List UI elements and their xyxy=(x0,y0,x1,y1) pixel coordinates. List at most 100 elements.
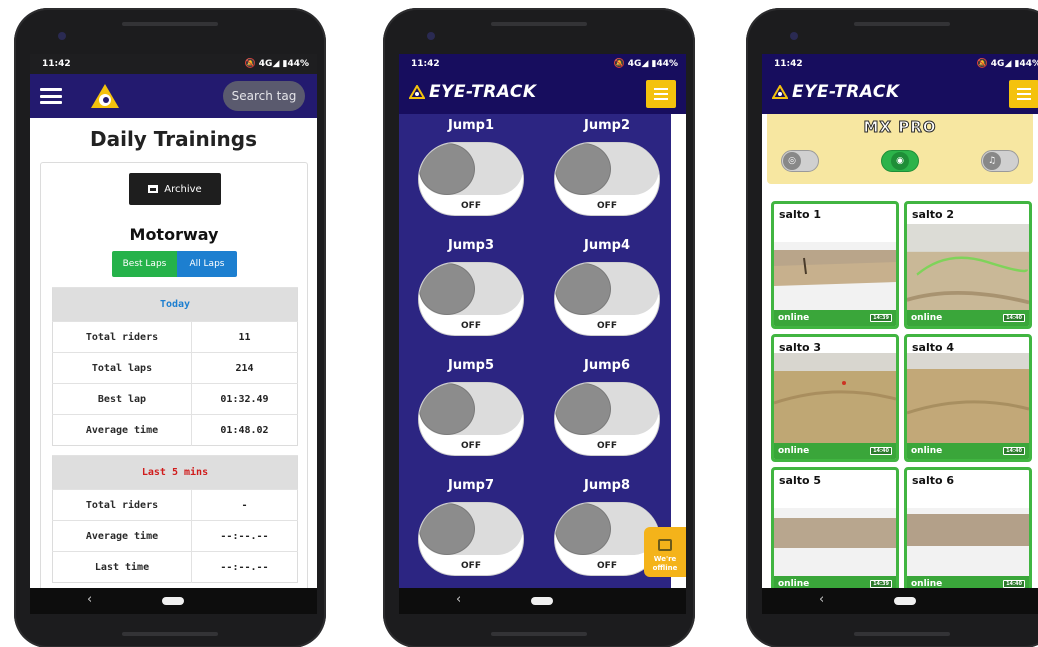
last-5-mins-table: Last 5 mins Total riders - Average time … xyxy=(52,455,298,583)
jump-toggle[interactable]: OFF xyxy=(418,382,524,456)
camera-feed-image xyxy=(774,242,896,310)
home-pill-icon[interactable] xyxy=(531,597,553,605)
jump-label: Jump5 xyxy=(448,358,494,373)
camera-footer: online 14:39 xyxy=(774,310,896,326)
jump-toggle[interactable]: OFF xyxy=(418,142,524,216)
back-icon[interactable]: ‹ xyxy=(819,593,824,607)
jump-label: Jump2 xyxy=(584,118,630,133)
row-value: 01:32.49 xyxy=(191,383,298,415)
hamburger-menu-icon[interactable] xyxy=(40,88,62,104)
row-label: Total riders xyxy=(52,321,192,353)
jump-label: Jump4 xyxy=(584,238,630,253)
jump-1: Jump1 OFF xyxy=(416,116,526,216)
camera-tile[interactable]: salto 4 online 14:40 xyxy=(904,334,1032,462)
best-laps-button[interactable]: Best Laps xyxy=(112,251,177,277)
toggle-state: OFF xyxy=(461,561,481,571)
camera-tile[interactable]: salto 5 online 14:39 xyxy=(771,467,899,588)
jump-label: Jump3 xyxy=(448,238,494,253)
camera-footer: online 14:40 xyxy=(774,443,896,459)
eye-track-logo-icon xyxy=(772,85,788,99)
jump-5: Jump5 OFF xyxy=(416,356,526,456)
camera-timestamp: 14:40 xyxy=(1003,447,1025,455)
row-value: 01:48.02 xyxy=(191,414,298,446)
camera-footer: online 14:39 xyxy=(774,576,896,588)
camera-status: online xyxy=(911,446,943,456)
mode-toggle-eye[interactable]: ◉ xyxy=(881,150,919,172)
menu-button[interactable] xyxy=(1009,80,1038,108)
camera-status: online xyxy=(911,579,943,588)
app-header: EYE-TRACK xyxy=(399,74,686,114)
toggle-state: OFF xyxy=(461,441,481,451)
home-pill-icon[interactable] xyxy=(894,597,916,605)
front-camera xyxy=(58,32,66,40)
camera-status: online xyxy=(911,313,943,323)
camera-status: online xyxy=(778,313,810,323)
status-bar: 11:42 🔕 4G◢ ▮44% xyxy=(399,54,686,74)
stats-card: Archive Motorway Best Laps All Laps Toda… xyxy=(40,162,308,588)
track-name: Motorway xyxy=(129,225,219,244)
laps-filter: Best Laps All Laps xyxy=(112,251,237,277)
panel-title: MX PRO xyxy=(863,118,937,137)
cameras-screen: 11:42 🔕 4G◢ ▮44% EYE-TRACK MX PRO ◎ ◉ ♫ … xyxy=(762,54,1038,588)
jump-label: Jump6 xyxy=(584,358,630,373)
all-laps-button[interactable]: All Laps xyxy=(177,251,237,277)
camera-tile[interactable]: salto 6 online 14:40 xyxy=(904,467,1032,588)
page-title: Daily Trainings xyxy=(89,127,258,151)
front-camera xyxy=(790,32,798,40)
row-value: 11 xyxy=(191,321,298,353)
sound-icon: ♫ xyxy=(983,152,1001,170)
brand-logo: EYE-TRACK xyxy=(409,82,537,102)
camera-name: salto 2 xyxy=(912,208,955,221)
row-value: 214 xyxy=(191,352,298,384)
home-pill-icon[interactable] xyxy=(162,597,184,605)
compass-icon: ◎ xyxy=(783,152,801,170)
camera-status: online xyxy=(778,579,810,588)
jump-3: Jump3 OFF xyxy=(416,236,526,336)
camera-footer: online 14:40 xyxy=(907,443,1029,459)
camera-name: salto 5 xyxy=(779,474,822,487)
mode-toggle-left[interactable]: ◎ xyxy=(781,150,819,172)
camera-name: salto 6 xyxy=(912,474,955,487)
table-row: Total riders - xyxy=(52,489,298,521)
row-value: - xyxy=(191,489,298,521)
table-row: Best lap 01:32.49 xyxy=(52,383,298,415)
status-bar: 11:42 🔕 4G◢ ▮44% xyxy=(30,54,317,74)
jump-toggle[interactable]: OFF xyxy=(554,142,660,216)
menu-button[interactable] xyxy=(646,80,676,108)
chat-icon xyxy=(658,539,672,551)
table-row: Total laps 214 xyxy=(52,352,298,384)
camera-timestamp: 14:39 xyxy=(870,580,892,588)
mode-toggle-sound[interactable]: ♫ xyxy=(981,150,1019,172)
offline-chat-button[interactable]: We're offline xyxy=(644,527,686,577)
jump-toggles-screen: 11:42 🔕 4G◢ ▮44% EYE-TRACK Jump1 OFF Jum… xyxy=(399,54,686,588)
row-label: Average time xyxy=(52,520,192,552)
eye-track-logo-icon xyxy=(91,84,119,108)
camera-tile[interactable]: salto 1 online 14:39 xyxy=(771,201,899,329)
jump-toggle[interactable]: OFF xyxy=(554,262,660,336)
jump-toggle[interactable]: OFF xyxy=(418,502,524,576)
archive-button[interactable]: Archive xyxy=(129,173,221,205)
status-time: 11:42 xyxy=(411,59,440,69)
camera-feed-image xyxy=(907,508,1029,576)
jump-6: Jump6 OFF xyxy=(552,356,662,456)
row-label: Last time xyxy=(52,551,192,583)
mx-pro-panel: MX PRO ◎ ◉ ♫ xyxy=(767,114,1033,184)
camera-tile[interactable]: salto 3 online 14:40 xyxy=(771,334,899,462)
camera-feed-image xyxy=(907,353,1029,443)
row-label: Total riders xyxy=(52,489,192,521)
jump-toggle[interactable]: OFF xyxy=(554,382,660,456)
camera-footer: online 14:40 xyxy=(907,576,1029,588)
status-time: 11:42 xyxy=(774,59,803,69)
eye-icon: ◉ xyxy=(891,152,909,170)
back-icon[interactable]: ‹ xyxy=(87,593,92,607)
today-stats-table: Today Total riders 11 Total laps 214 Bes… xyxy=(52,287,298,446)
jump-4: Jump4 OFF xyxy=(552,236,662,336)
back-icon[interactable]: ‹ xyxy=(456,593,461,607)
jump-2: Jump2 OFF xyxy=(552,116,662,216)
android-nav-bar: ‹ xyxy=(30,588,317,614)
camera-tile[interactable]: salto 2 online 14:40 xyxy=(904,201,1032,329)
jump-toggle[interactable]: OFF xyxy=(418,262,524,336)
status-bar: 11:42 🔕 4G◢ ▮44% xyxy=(762,54,1038,74)
toggle-state: OFF xyxy=(597,441,617,451)
search-tag-button[interactable]: Search tag xyxy=(223,81,305,111)
